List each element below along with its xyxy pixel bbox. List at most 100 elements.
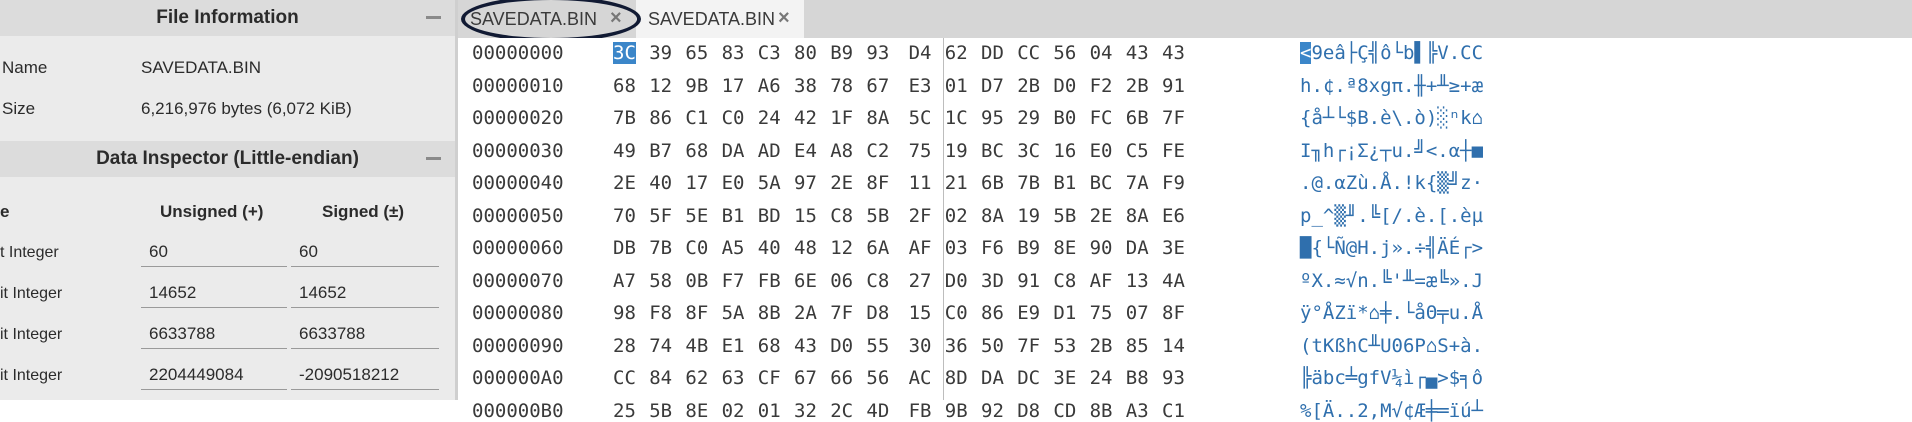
hex-byte[interactable]: F7 xyxy=(722,270,745,292)
hex-byte[interactable]: DA xyxy=(1126,237,1149,259)
hex-byte[interactable]: 55 xyxy=(866,335,889,357)
hex-byte[interactable]: 3E xyxy=(1162,237,1185,259)
hex-byte[interactable]: 67 xyxy=(794,367,817,389)
hex-byte[interactable]: 29 xyxy=(1017,107,1040,129)
hex-byte[interactable]: 5C xyxy=(909,107,932,129)
hex-byte[interactable]: 78 xyxy=(830,75,853,97)
hex-byte[interactable]: 68 xyxy=(613,75,636,97)
unsigned-value-field[interactable]: 6633788 xyxy=(141,321,287,349)
hex-byte[interactable]: 7B xyxy=(613,107,636,129)
hex-byte[interactable]: 93 xyxy=(1162,367,1185,389)
hex-byte[interactable]: 36 xyxy=(945,335,968,357)
hex-byte[interactable]: F6 xyxy=(981,237,1004,259)
ascii-text[interactable]: ÿ°ÅZï*⌂╪.└åΘ╤u.Å xyxy=(1300,302,1483,324)
hex-byte[interactable]: 16 xyxy=(1053,140,1076,162)
hex-byte[interactable]: 49 xyxy=(613,140,636,162)
ascii-chars[interactable]: %[Ä..2,M√¢Æ╪═ïú┴ xyxy=(1300,400,1483,422)
hex-byte[interactable]: 27 xyxy=(909,270,932,292)
hex-byte[interactable]: C1 xyxy=(685,107,708,129)
unsigned-value-field[interactable]: 14652 xyxy=(141,280,287,308)
hex-byte[interactable]: 14 xyxy=(1162,335,1185,357)
hex-byte[interactable]: BD xyxy=(758,205,781,227)
signed-value-field[interactable]: 14652 xyxy=(291,280,439,308)
hex-byte[interactable]: 80 xyxy=(794,42,817,64)
hex-byte[interactable]: A7 xyxy=(613,270,636,292)
hex-byte[interactable]: 06 xyxy=(830,270,853,292)
ascii-text[interactable]: %[Ä..2,M√¢Æ╪═ïú┴ xyxy=(1300,400,1483,422)
hex-byte[interactable]: 6B xyxy=(1126,107,1149,129)
hex-byte[interactable]: 7F xyxy=(1162,107,1185,129)
hex-byte[interactable]: 58 xyxy=(649,270,672,292)
hex-byte[interactable]: A8 xyxy=(830,140,853,162)
collapse-icon[interactable] xyxy=(426,157,441,160)
hex-byte[interactable]: 15 xyxy=(794,205,817,227)
tab-savedata-2[interactable]: SAVEDATA.BIN × xyxy=(636,0,804,38)
hex-byte[interactable]: 8E xyxy=(1053,237,1076,259)
hex-byte[interactable]: 40 xyxy=(649,172,672,194)
signed-value-field[interactable]: -2090518212 xyxy=(291,362,439,390)
ascii-chars[interactable]: 9eâ├Ç╣ô└b▌╠V.CC xyxy=(1311,42,1483,64)
hex-byte[interactable]: D0 xyxy=(1053,75,1076,97)
ascii-text[interactable]: I╖h┌¡Σ¿┬u.╝<.α┼■ xyxy=(1300,140,1483,162)
hex-byte[interactable]: 75 xyxy=(1090,302,1113,324)
hex-byte[interactable]: 19 xyxy=(945,140,968,162)
hex-byte[interactable]: 8D xyxy=(945,367,968,389)
hex-byte[interactable]: 92 xyxy=(981,400,1004,422)
hex-byte[interactable]: 24 xyxy=(758,107,781,129)
hex-byte[interactable]: 2E xyxy=(830,172,853,194)
hex-byte[interactable]: DC xyxy=(1017,367,1040,389)
ascii-chars[interactable]: (tKßhC╨U06P⌂S+à. xyxy=(1300,335,1483,357)
hex-byte[interactable]: 43 xyxy=(1126,42,1149,64)
hex-byte[interactable]: 6B xyxy=(981,172,1004,194)
hex-byte[interactable]: 43 xyxy=(794,335,817,357)
hex-byte[interactable]: 15 xyxy=(909,302,932,324)
hex-byte[interactable]: C1 xyxy=(1162,400,1185,422)
hex-byte[interactable]: C3 xyxy=(758,42,781,64)
hex-byte[interactable]: 5F xyxy=(649,205,672,227)
hex-byte[interactable]: D0 xyxy=(830,335,853,357)
hex-byte[interactable]: DD xyxy=(981,42,1004,64)
hex-byte[interactable]: 2C xyxy=(830,400,853,422)
hex-byte[interactable]: 32 xyxy=(794,400,817,422)
hex-byte[interactable]: 02 xyxy=(945,205,968,227)
hex-byte[interactable]: CF xyxy=(758,367,781,389)
hex-byte[interactable]: C8 xyxy=(866,270,889,292)
hex-byte[interactable]: 11 xyxy=(909,172,932,194)
hex-byte[interactable]: 4A xyxy=(1162,270,1185,292)
ascii-chars[interactable]: █{└Ñ@H.j».÷╣ÄÉ┌> xyxy=(1300,237,1483,259)
file-info-header[interactable]: File Information xyxy=(0,0,455,36)
hex-byte[interactable]: 48 xyxy=(794,237,817,259)
hex-byte[interactable]: E0 xyxy=(722,172,745,194)
hex-byte[interactable]: 84 xyxy=(649,367,672,389)
hex-byte[interactable]: 74 xyxy=(649,335,672,357)
hex-byte[interactable]: 70 xyxy=(613,205,636,227)
ascii-text[interactable]: {å┴└$B.è\.ò)░ⁿk⌂ xyxy=(1300,107,1483,129)
hex-byte[interactable]: 53 xyxy=(1053,335,1076,357)
hex-byte[interactable]: D4 xyxy=(909,42,932,64)
hex-byte[interactable]: 62 xyxy=(685,367,708,389)
ascii-chars[interactable]: .@.αZù.Å.!k{▒╝z· xyxy=(1300,172,1483,194)
close-icon[interactable]: × xyxy=(610,7,622,30)
hex-byte[interactable]: 2B xyxy=(1090,335,1113,357)
hex-byte[interactable]: B7 xyxy=(649,140,672,162)
hex-byte[interactable]: 03 xyxy=(945,237,968,259)
hex-byte[interactable]: E6 xyxy=(1162,205,1185,227)
hex-byte[interactable]: 8A xyxy=(866,107,889,129)
hex-byte[interactable]: C0 xyxy=(722,107,745,129)
ascii-chars[interactable]: ºX.≈√n.╚'╨=æ╚».J xyxy=(1300,270,1483,292)
hex-byte[interactable]: 93 xyxy=(866,42,889,64)
hex-byte[interactable]: 39 xyxy=(649,42,672,64)
hex-byte[interactable]: 62 xyxy=(945,42,968,64)
hex-byte[interactable]: C2 xyxy=(866,140,889,162)
hex-byte[interactable]: BC xyxy=(981,140,1004,162)
hex-byte[interactable]: DB xyxy=(613,237,636,259)
hex-byte[interactable]: 3E xyxy=(1053,367,1076,389)
hex-byte[interactable]: B9 xyxy=(830,42,853,64)
hex-byte[interactable]: 0B xyxy=(685,270,708,292)
hex-byte[interactable]: D8 xyxy=(866,302,889,324)
hex-byte[interactable]: 07 xyxy=(1126,302,1149,324)
hex-byte[interactable]: 02 xyxy=(722,400,745,422)
hex-byte[interactable]: 5A xyxy=(758,172,781,194)
hex-byte[interactable]: CC xyxy=(1017,42,1040,64)
hex-byte[interactable]: 2B xyxy=(1017,75,1040,97)
